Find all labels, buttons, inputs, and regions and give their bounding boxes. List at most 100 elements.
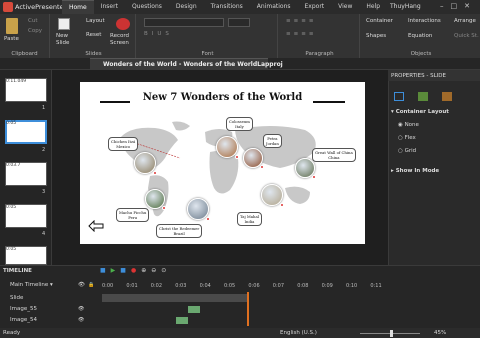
- stop-icon[interactable]: ■: [120, 267, 126, 276]
- paragraph-group: ≡≡≡≡ ≡≡≡≡ Paragraph: [280, 14, 360, 58]
- main-timeline-label: Main Timeline: [10, 282, 49, 288]
- wonder-label[interactable]: Great Wall of China China: [312, 148, 356, 162]
- zoom-level[interactable]: 45%: [434, 330, 446, 336]
- zoom-fit-icon[interactable]: ⊙: [161, 267, 166, 276]
- font-name-select[interactable]: [144, 18, 224, 27]
- layout-option-label: Flex: [404, 135, 416, 141]
- timeline-label: TIMELINE: [3, 268, 32, 274]
- wonder-label[interactable]: Machu Picchu Peru: [116, 208, 150, 222]
- timeline-toolbar: ■ ▶ ■ ● ⊕ ⊖ ⊙: [100, 267, 300, 276]
- menu-questions[interactable]: Questions: [125, 0, 169, 14]
- menu-transitions[interactable]: Transitions: [204, 0, 250, 14]
- app-name: ActivePresenter: [15, 3, 67, 11]
- wonder-label[interactable]: Chichen Itzá Mexico: [108, 137, 139, 151]
- zoom-in-icon[interactable]: ⊕: [141, 267, 146, 276]
- align-buttons[interactable]: ≡≡≡≡: [286, 31, 316, 37]
- properties-header: PROPERTIES - SLIDE: [388, 70, 480, 81]
- layout-option-flex[interactable]: ○ Flex: [398, 135, 416, 141]
- back-arrow-icon[interactable]: [88, 220, 104, 232]
- timeline-tick: 0:09: [321, 283, 333, 289]
- objects-group: Container Interactions Arrange Shapes Eq…: [362, 14, 480, 58]
- slide-props-icon[interactable]: [394, 92, 404, 101]
- wonder-label[interactable]: Christ the Redeemer Brazil: [156, 224, 203, 238]
- minimize-icon[interactable]: –: [440, 2, 444, 10]
- map-pin-icon: [206, 217, 210, 221]
- container-button[interactable]: Container: [366, 18, 393, 24]
- main-timeline-select[interactable]: Main Timeline ▾: [10, 282, 53, 288]
- timeline-row-label[interactable]: Image_55: [10, 306, 37, 312]
- new-slide-button[interactable]: New Slide: [56, 33, 76, 47]
- layout-props-icon[interactable]: [418, 92, 428, 101]
- map-pin-icon: [162, 206, 166, 210]
- cut-button[interactable]: Cut: [28, 18, 37, 24]
- timeline-row-label[interactable]: Slide: [10, 295, 23, 301]
- record-screen-button[interactable]: Record Screen: [110, 33, 134, 47]
- arrange-button[interactable]: Arrange: [454, 18, 476, 24]
- layout-option-label: None: [404, 122, 419, 128]
- user-name[interactable]: ThuyHang: [390, 3, 421, 10]
- menu-home[interactable]: Home: [62, 0, 94, 14]
- menu-insert[interactable]: Insert: [94, 0, 125, 14]
- show-in-mode-heading[interactable]: ▸ Show In Mode: [391, 168, 439, 174]
- timeline-row-label[interactable]: Image_54: [10, 317, 37, 323]
- menu-export[interactable]: Export: [298, 0, 332, 14]
- menu-help[interactable]: Help: [359, 0, 387, 14]
- close-icon[interactable]: ✕: [464, 2, 470, 10]
- window-controls: – □ ✕: [440, 2, 470, 10]
- equation-button[interactable]: Equation: [408, 33, 432, 39]
- visibility-icon[interactable]: 👁: [78, 317, 84, 323]
- zoom-slider-handle[interactable]: [390, 330, 393, 337]
- image54-track-bar[interactable]: [176, 317, 188, 324]
- timeline-tick: 0:04: [199, 283, 211, 289]
- wonder-label[interactable]: Colosseum Italy: [226, 117, 253, 131]
- paste-icon[interactable]: [6, 18, 18, 34]
- wonder-label[interactable]: Taj Mahal India: [237, 212, 262, 226]
- visibility-icon[interactable]: 👁: [78, 306, 84, 312]
- playhead[interactable]: [247, 292, 249, 326]
- maximize-icon[interactable]: □: [451, 2, 458, 10]
- paste-button[interactable]: Paste: [4, 36, 19, 42]
- clipboard-label: Clipboard: [11, 51, 38, 57]
- visibility-icon[interactable]: 👁: [78, 282, 85, 288]
- layout-option-none[interactable]: ◉ None: [398, 122, 419, 128]
- font-format-buttons[interactable]: BIUS: [144, 31, 173, 37]
- timeline-tick: 0:07: [272, 283, 285, 289]
- document-tab-title: Wonders of the World - Wonders of the Wo…: [103, 61, 283, 68]
- new-slide-icon[interactable]: [58, 18, 70, 30]
- quick-style-button[interactable]: Quick St.: [454, 33, 479, 39]
- clipboard-group: Paste Cut Copy Clipboard: [0, 14, 50, 58]
- lock-icon[interactable]: 🔒: [88, 282, 94, 288]
- menu-animations[interactable]: Animations: [250, 0, 298, 14]
- record-icon[interactable]: [116, 18, 130, 30]
- timeline-tick: 0:11: [370, 283, 382, 289]
- image55-track-bar[interactable]: [188, 306, 200, 313]
- timeline-tick: 0:08: [297, 283, 309, 289]
- reset-button[interactable]: Reset: [86, 32, 101, 38]
- paragraph-label: Paragraph: [305, 51, 334, 57]
- play-icon[interactable]: ▶: [111, 267, 116, 276]
- wonder-label[interactable]: Petra Jordan: [263, 134, 282, 148]
- layout-button[interactable]: Layout: [86, 18, 105, 24]
- list-buttons[interactable]: ≡≡≡≡: [286, 18, 316, 24]
- container-layout-heading[interactable]: ▾ Container Layout: [391, 109, 449, 115]
- font-size-select[interactable]: [228, 18, 250, 27]
- interactions-button[interactable]: Interactions: [408, 18, 441, 24]
- layout-option-grid[interactable]: ○ Grid: [398, 148, 416, 154]
- shapes-button[interactable]: Shapes: [366, 33, 386, 39]
- font-group: BIUS Font: [138, 14, 278, 58]
- timeline-mode-icon[interactable]: ■: [100, 267, 106, 276]
- copy-button[interactable]: Copy: [28, 28, 42, 34]
- map-pin-icon: [235, 155, 239, 159]
- menu-design[interactable]: Design: [169, 0, 204, 14]
- slide-track-bar[interactable]: [102, 294, 247, 302]
- zoom-out-icon[interactable]: ⊖: [151, 267, 156, 276]
- menu-view[interactable]: View: [331, 0, 359, 14]
- status-language[interactable]: English (U.S.): [280, 330, 317, 336]
- ribbon: Paste Cut Copy Clipboard New Slide Layou…: [0, 14, 480, 58]
- slide-number: 2: [42, 147, 46, 153]
- timeline-tick: 0:10: [346, 283, 358, 289]
- slide-duration: 0:03.7: [6, 163, 21, 168]
- map-pin-icon: [153, 171, 157, 175]
- record-timeline-icon[interactable]: ●: [131, 267, 136, 276]
- interaction-props-icon[interactable]: [442, 92, 452, 101]
